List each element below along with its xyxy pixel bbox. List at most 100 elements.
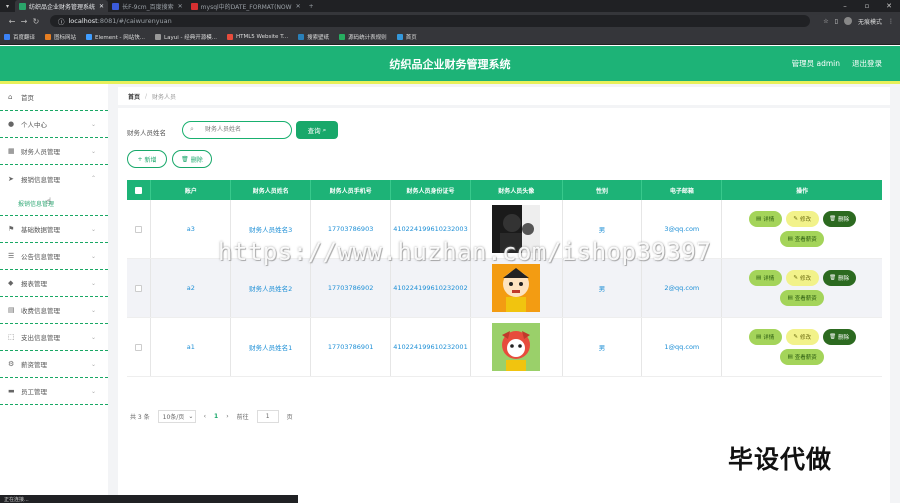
bookmark-item[interactable]: Element - 网站快... (86, 33, 145, 41)
bookmark-icon (226, 34, 233, 40)
close-icon[interactable]: ✕ (99, 3, 104, 10)
edit-button[interactable]: ✎ 修改 (785, 329, 819, 345)
sidebar-item-notice[interactable]: ☰ 公告信息管理 ⌄ (0, 243, 108, 270)
tab-menu[interactable]: ▾ (0, 0, 15, 12)
sidebar-item-base-data[interactable]: ⚑ 基础数据管理 ⌄ (0, 216, 108, 243)
edit-button[interactable]: ✎ 修改 (785, 211, 819, 227)
new-tab-button[interactable]: + (305, 0, 318, 12)
bookmark-icon (4, 34, 10, 40)
search-input[interactable] (182, 121, 292, 139)
detail-button[interactable]: ▤ 详情 (748, 329, 782, 345)
avatar-cell (471, 318, 563, 376)
next-page-button[interactable]: › (226, 413, 228, 420)
sidebar-item-report[interactable]: ◆ 报表管理 ⌄ (0, 270, 108, 297)
gender-cell: 男 (563, 318, 643, 376)
bookmark-item[interactable]: 源码统计表规则 (339, 33, 387, 41)
bookmark-item[interactable]: Layui - 经典开源模... (155, 33, 217, 41)
phone-cell: 17703786902 (311, 259, 392, 317)
column-header: 财务人员身份证号 (391, 180, 471, 200)
edit-icon: ✎ (793, 334, 798, 340)
split-icon[interactable]: ▯ (835, 18, 838, 25)
select-all-cell (127, 180, 152, 200)
bookmark-icon (396, 34, 403, 40)
bookmark-icon (339, 34, 346, 40)
delete-button[interactable]: 🗑 删除 (822, 270, 856, 286)
chevron-down-icon: ⌄ (90, 279, 96, 287)
breadcrumb: 首页 / 财务人员 (118, 87, 890, 105)
column-header: 财务人员姓名 (231, 180, 312, 200)
edit-button[interactable]: ✎ 修改 (785, 270, 819, 286)
column-header: 财务人员手机号 (311, 180, 392, 200)
view-salary-button[interactable]: ▤ 查看薪资 (780, 290, 825, 306)
browser-tab-2[interactable]: 长F-9cm_百度搜索 ✕ (108, 0, 187, 12)
idcard-cell: 410224199610232002 (391, 259, 471, 317)
close-window-icon[interactable]: ✕ (878, 2, 900, 10)
query-button[interactable]: 查询 ⌕ (296, 121, 338, 139)
bookmark-item[interactable]: 搜索壁纸 (298, 33, 329, 41)
stamp-text: 毕设代做 (728, 445, 833, 474)
maximize-icon[interactable]: ▫ (856, 2, 878, 10)
prev-page-button[interactable]: ‹ (204, 413, 206, 420)
avatar-cell (471, 259, 563, 317)
bookmark-item[interactable]: HTML5 Website T... (226, 34, 288, 40)
bookmark-item[interactable]: 首页 (396, 33, 417, 41)
sidebar-item-home[interactable]: ⌂ 首页 (0, 84, 108, 111)
doc-icon: ▤ (756, 334, 762, 340)
profile-avatar[interactable] (843, 17, 852, 25)
add-button[interactable]: + 新增 (127, 150, 167, 168)
minimize-icon[interactable]: – (834, 2, 856, 10)
url-field[interactable]: ⓘ localhost:8081/#/caiwurenyuan (50, 15, 810, 27)
sidebar-item-expense[interactable]: ⬚ 支出信息管理 ⌄ (0, 324, 108, 351)
row-checkbox[interactable] (135, 225, 143, 233)
batch-delete-button[interactable]: 🗑 删除 (172, 150, 212, 168)
sidebar-item-income[interactable]: ▤ 收费信息管理 ⌄ (0, 297, 108, 324)
detail-button[interactable]: ▤ 详情 (748, 211, 782, 227)
column-header: 电子邮箱 (642, 180, 723, 200)
chevron-down-icon: ⌄ (188, 413, 194, 420)
sidebar-item-finance-staff[interactable]: ▦ 财务人员管理 ⌄ (0, 138, 108, 165)
search-label: 财务人员姓名 (127, 129, 166, 137)
sidebar-item-profile[interactable]: ● 个人中心 ⌄ (0, 111, 108, 138)
view-salary-button[interactable]: ▤ 查看薪资 (780, 231, 825, 247)
ops-cell: ▤ 详情 ✎ 修改 🗑 删除 ▤ 查看薪资 (722, 200, 882, 258)
select-all-checkbox[interactable] (135, 186, 143, 194)
bookmark-item[interactable]: 百度翻译 (4, 33, 35, 41)
browser-tab-bar: ▾ 纺织品企业财务管理系统 ✕ 长F-9cm_百度搜索 ✕ mysql中的DAT… (0, 0, 900, 12)
breadcrumb-home[interactable]: 首页 (128, 92, 140, 101)
baidu-favicon-icon (112, 2, 120, 10)
logout-link[interactable]: 退出登录 (852, 58, 882, 69)
doc-icon: ▤ (787, 354, 793, 360)
close-icon[interactable]: ✕ (178, 3, 183, 10)
back-icon[interactable]: ← (6, 17, 18, 26)
detail-button[interactable]: ▤ 详情 (748, 270, 782, 286)
phone-cell: 17703786901 (311, 318, 392, 376)
star-icon[interactable]: ☆ (823, 18, 828, 25)
trash-icon: 🗑 (829, 334, 837, 340)
delete-button[interactable]: 🗑 删除 (822, 329, 856, 345)
page-size-select[interactable]: 10条/页 ⌄ (157, 410, 196, 423)
row-checkbox[interactable] (135, 284, 143, 292)
ops-cell: ▤ 详情 ✎ 修改 🗑 删除 ▤ 查看薪资 (722, 318, 882, 376)
row-checkbox[interactable] (135, 343, 143, 351)
grid-icon: ▦ (8, 147, 15, 155)
edit-icon: ✎ (793, 275, 798, 281)
sidebar-subitem-reimbursement[interactable]: 报销信息管理 (0, 192, 108, 216)
sidebar-item-salary[interactable]: ⚙ 薪资管理 ⌄ (0, 351, 108, 378)
forward-icon[interactable]: → (18, 17, 30, 26)
delete-button[interactable]: 🗑 删除 (822, 211, 856, 227)
view-salary-button[interactable]: ▤ 查看薪资 (780, 349, 825, 365)
table-row: a2 财务人员姓名2 17703786902 41022419961023200… (127, 259, 882, 318)
browser-tab-3[interactable]: mysql中的DATE_FORMAT(NOW ✕ (187, 0, 305, 12)
doc-icon: ▤ (756, 216, 762, 222)
bookmark-icon (45, 34, 52, 40)
page-number[interactable]: 1 (214, 413, 218, 420)
browser-tab-1[interactable]: 纺织品企业财务管理系统 ✕ (15, 0, 109, 12)
name-cell: 财务人员姓名2 (231, 259, 312, 317)
close-icon[interactable]: ✕ (296, 3, 301, 10)
bookmark-item[interactable]: 图标网站 (45, 33, 76, 41)
reload-icon[interactable]: ↻ (30, 17, 42, 26)
menu-icon[interactable]: ⋮ (888, 18, 894, 25)
sidebar-item-reimbursement[interactable]: ➤ 报销信息管理 ⌃ (0, 165, 108, 192)
goto-input[interactable]: 1 (256, 410, 279, 423)
sidebar-item-employee[interactable]: ▬ 员工管理 ⌄ (0, 378, 108, 405)
